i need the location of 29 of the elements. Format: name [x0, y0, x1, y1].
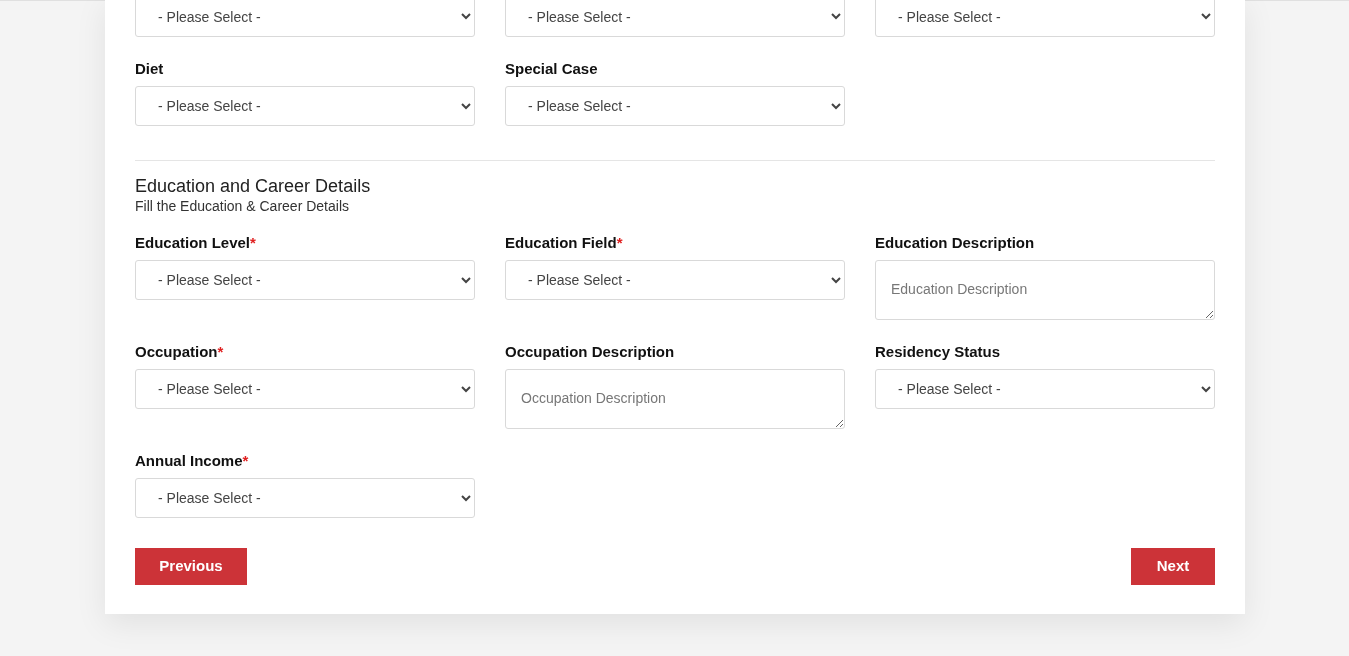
field-label: Annual Income — [135, 452, 243, 469]
required-mark: * — [616, 234, 623, 251]
text-area[interactable]: Occupation Description — [505, 369, 845, 429]
required-mark: * — [250, 234, 256, 251]
required-mark: * — [217, 343, 224, 360]
select-field[interactable]: - Please Select - — [505, 260, 845, 300]
field-label: Residency Status — [875, 343, 1001, 360]
select-field[interactable]: - Please Select - — [505, 0, 845, 37]
select-field[interactable]: - Please Select - — [875, 0, 1215, 37]
text-area[interactable]: Education Description — [875, 260, 1215, 320]
select-field[interactable]: - Please Select - — [135, 478, 475, 518]
select-field[interactable]: - Please Select - — [135, 260, 475, 300]
field-label: Special Case — [505, 60, 598, 77]
select-field[interactable]: - Please Select - — [875, 369, 1215, 409]
select-field[interactable]: - Please Select - — [135, 86, 475, 126]
field-label: Education Description — [875, 234, 1035, 251]
section-title: Education and Career Details — [135, 175, 372, 197]
required-mark: * — [242, 452, 249, 469]
next-button[interactable]: Next — [1131, 548, 1215, 585]
section-subtitle: Fill the Education & Career Details — [135, 197, 350, 215]
select-field[interactable]: - Please Select - — [135, 369, 475, 409]
field-label: Occupation — [135, 343, 218, 360]
select-field[interactable]: - Please Select - — [505, 86, 845, 126]
field-label: Education Field — [505, 234, 617, 251]
select-field[interactable]: - Please Select - — [135, 0, 475, 37]
field-label: Occupation Description — [505, 343, 675, 360]
field-label: Diet — [135, 60, 164, 77]
previous-button[interactable]: Previous — [135, 548, 247, 585]
field-label: Education Level — [135, 234, 251, 251]
